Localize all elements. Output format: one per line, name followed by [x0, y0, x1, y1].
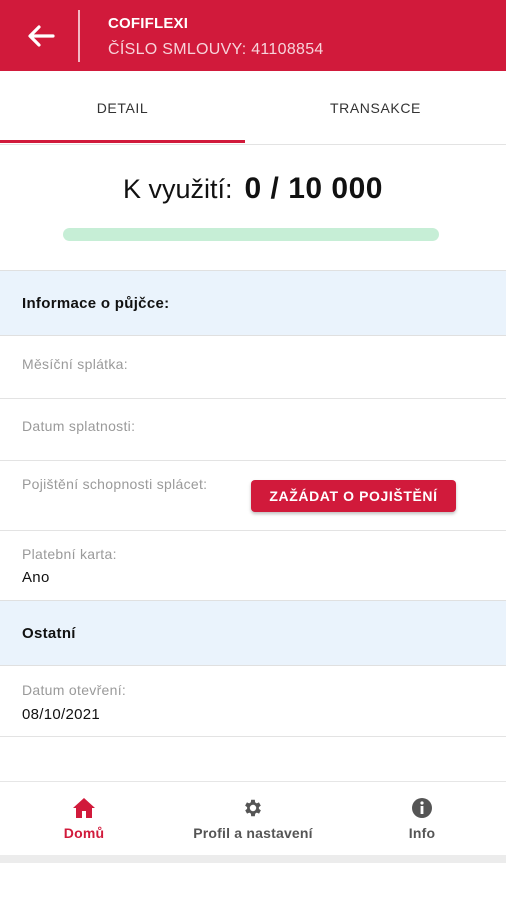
contract-number: ČÍSLO SMLOUVY: 41108854 — [108, 41, 324, 58]
tab-bar: DETAIL TRANSAKCE — [0, 71, 506, 145]
payment-card-label: Platební karta: — [22, 546, 117, 562]
monthly-payment-label: Měsíční splátka: — [22, 356, 128, 372]
info-icon — [412, 798, 432, 818]
credit-progress-bar — [63, 228, 439, 241]
available-amount: K využití: 0 / 10 000 — [0, 172, 506, 206]
arrow-left-icon — [28, 25, 55, 47]
tab-detail[interactable]: DETAIL — [0, 71, 245, 145]
bottom-navigation: Domů Profil a nastavení Info — [0, 781, 506, 855]
insurance-label: Pojištění schopnosti splácet: — [22, 476, 208, 492]
available-value: 0 / 10 000 — [244, 172, 383, 205]
available-label: K využití: — [123, 174, 233, 204]
nav-home[interactable]: Domů — [34, 782, 134, 856]
product-title: COFIFLEXI — [108, 15, 189, 32]
active-tab-indicator — [0, 140, 245, 143]
payment-card-value: Ano — [22, 569, 50, 586]
gear-icon — [245, 799, 261, 817]
nav-home-label: Domů — [63, 825, 105, 841]
nav-info-label: Info — [408, 825, 436, 841]
due-date-label: Datum splatnosti: — [22, 418, 136, 434]
payment-card-row: Platební karta: Ano — [0, 531, 506, 601]
tab-transakce[interactable]: TRANSAKCE — [245, 71, 506, 145]
other-heading: Ostatní — [0, 600, 506, 666]
bottom-shadow — [0, 855, 506, 863]
due-date-row: Datum splatnosti: — [0, 399, 506, 461]
header-divider — [78, 10, 80, 62]
opened-date-row: Datum otevření: 08/10/2021 — [0, 666, 506, 737]
app-header: COFIFLEXI ČÍSLO SMLOUVY: 41108854 — [0, 0, 506, 71]
monthly-payment-row: Měsíční splátka: — [0, 336, 506, 399]
opened-date-label: Datum otevření: — [22, 682, 127, 698]
insurance-row: Pojištění schopnosti splácet: ZAŽÁDAT O … — [0, 461, 506, 531]
nav-info[interactable]: Info — [372, 782, 472, 856]
nav-profile-label: Profil a nastavení — [193, 825, 313, 841]
back-button[interactable] — [18, 17, 64, 55]
opened-date-value: 08/10/2021 — [22, 706, 101, 723]
loan-info-heading: Informace o půjčce: — [0, 270, 506, 336]
nav-profile-settings[interactable]: Profil a nastavení — [168, 782, 338, 856]
home-icon — [73, 798, 95, 818]
request-insurance-button[interactable]: ZAŽÁDAT O POJIŠTĚNÍ — [251, 480, 456, 512]
